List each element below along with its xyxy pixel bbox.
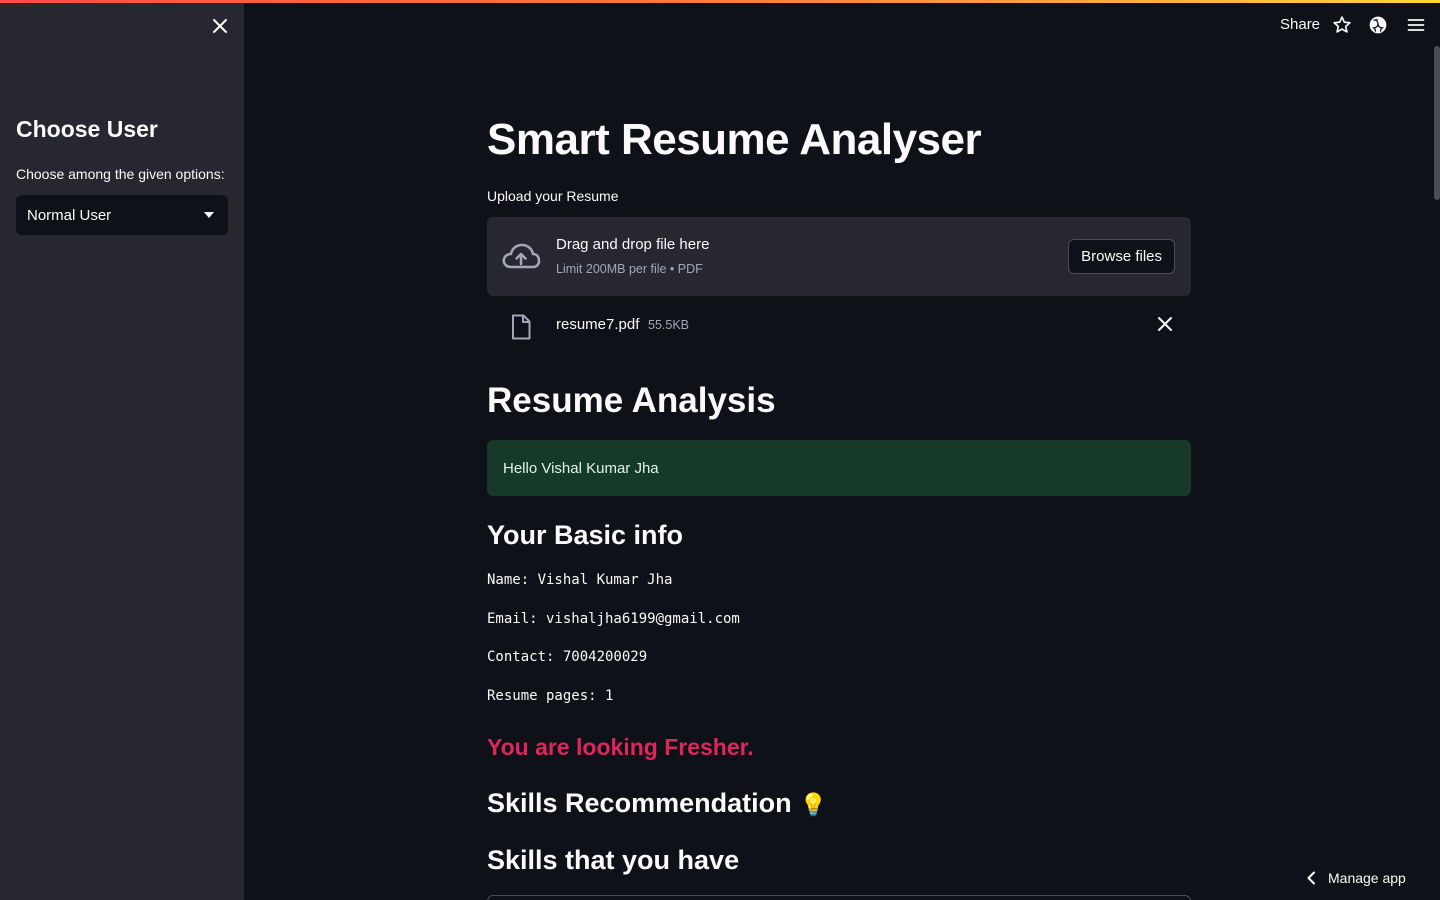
greeting-text: Hello Vishal Kumar Jha xyxy=(503,459,659,477)
greeting-success-box: Hello Vishal Kumar Jha xyxy=(487,440,1191,496)
user-select-label: Choose among the given options: xyxy=(16,166,225,182)
user-type-select[interactable]: Normal User xyxy=(16,195,228,235)
remove-file-icon[interactable] xyxy=(1157,316,1173,332)
manage-app-label: Manage app xyxy=(1328,870,1406,886)
file-dropzone[interactable]: Drag and drop file here Limit 200MB per … xyxy=(487,217,1191,296)
lightbulb-icon: 💡 xyxy=(799,792,827,817)
info-email: Email: vishaljha6199@gmail.com xyxy=(487,611,740,627)
file-name: resume7.pdf xyxy=(556,316,640,333)
star-icon[interactable] xyxy=(1332,15,1352,35)
resume-analysis-heading: Resume Analysis xyxy=(487,381,776,420)
close-icon xyxy=(213,19,227,33)
sidebar: Choose User Choose among the given optio… xyxy=(0,0,244,900)
skills-tags-input[interactable] xyxy=(487,895,1191,900)
user-type-select-value: Normal User xyxy=(27,206,112,224)
skills-recommendation-heading: Skills Recommendation 💡 xyxy=(487,788,827,819)
page-title: Smart Resume Analyser xyxy=(487,115,982,164)
dropzone-limit: Limit 200MB per file • PDF xyxy=(556,262,703,276)
main-scrollbar[interactable] xyxy=(1434,46,1440,200)
cloud-upload-icon xyxy=(502,243,541,269)
hamburger-menu-icon[interactable] xyxy=(1406,15,1426,35)
info-contact: Contact: 7004200029 xyxy=(487,649,648,665)
browse-files-button[interactable]: Browse files xyxy=(1068,239,1175,274)
top-decoration-bar xyxy=(0,0,1440,3)
skills-recommendation-label: Skills Recommendation xyxy=(487,788,792,818)
basic-info-heading: Your Basic info xyxy=(487,520,684,550)
caret-down-icon xyxy=(204,212,214,218)
file-icon xyxy=(512,314,531,340)
experience-level-text: You are looking Fresher. xyxy=(487,734,754,760)
manage-app-button[interactable]: Manage app xyxy=(1306,866,1406,890)
info-name: Name: Vishal Kumar Jha xyxy=(487,572,673,588)
dropzone-title: Drag and drop file here xyxy=(556,236,710,253)
share-button[interactable]: Share xyxy=(1280,16,1320,33)
upload-label: Upload your Resume xyxy=(487,188,619,204)
info-pages: Resume pages: 1 xyxy=(487,688,614,704)
uploaded-file-row: resume7.pdf 55.5KB xyxy=(487,306,1191,346)
chevron-left-icon xyxy=(1307,871,1315,885)
sidebar-title: Choose User xyxy=(16,116,158,142)
skills-you-have-heading: Skills that you have xyxy=(487,845,740,875)
file-size: 55.5KB xyxy=(648,318,690,332)
close-sidebar-button[interactable] xyxy=(209,15,231,37)
github-icon[interactable] xyxy=(1368,15,1388,35)
